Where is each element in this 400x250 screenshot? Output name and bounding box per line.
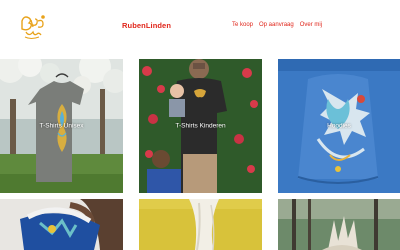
category-tile-5[interactable] (139, 199, 262, 250)
nav-op-aanvraag[interactable]: Op aanvraag (259, 22, 294, 28)
category-tile-hoodies[interactable]: Hoodies (278, 59, 400, 193)
brand-link[interactable]: RubenLinden (122, 21, 171, 30)
tile-label: T-Shirts Kinderen (175, 122, 226, 130)
nav-over-mij[interactable]: Over mij (300, 22, 322, 28)
nav-te-koop[interactable]: Te koop (232, 22, 253, 28)
category-tile-tshirts-unisex[interactable]: T-Shirts Unisex (0, 59, 123, 193)
main-nav: Te koop Op aanvraag Over mij (232, 22, 322, 28)
product-photo (139, 199, 262, 250)
site-header: RubenLinden Te koop Op aanvraag Over mij (0, 0, 400, 58)
logo-icon (21, 15, 45, 39)
product-photo (278, 199, 400, 250)
tile-label: Hoodies (327, 122, 351, 130)
category-tile-6[interactable] (278, 199, 400, 250)
category-tile-4[interactable] (0, 199, 123, 250)
tile-label: T-Shirts Unisex (39, 122, 84, 130)
category-tile-tshirts-kinderen[interactable]: T-Shirts Kinderen (139, 59, 262, 193)
page: RubenLinden Te koop Op aanvraag Over mij (0, 0, 400, 250)
logo[interactable] (16, 12, 50, 42)
cap-photo (0, 199, 123, 250)
